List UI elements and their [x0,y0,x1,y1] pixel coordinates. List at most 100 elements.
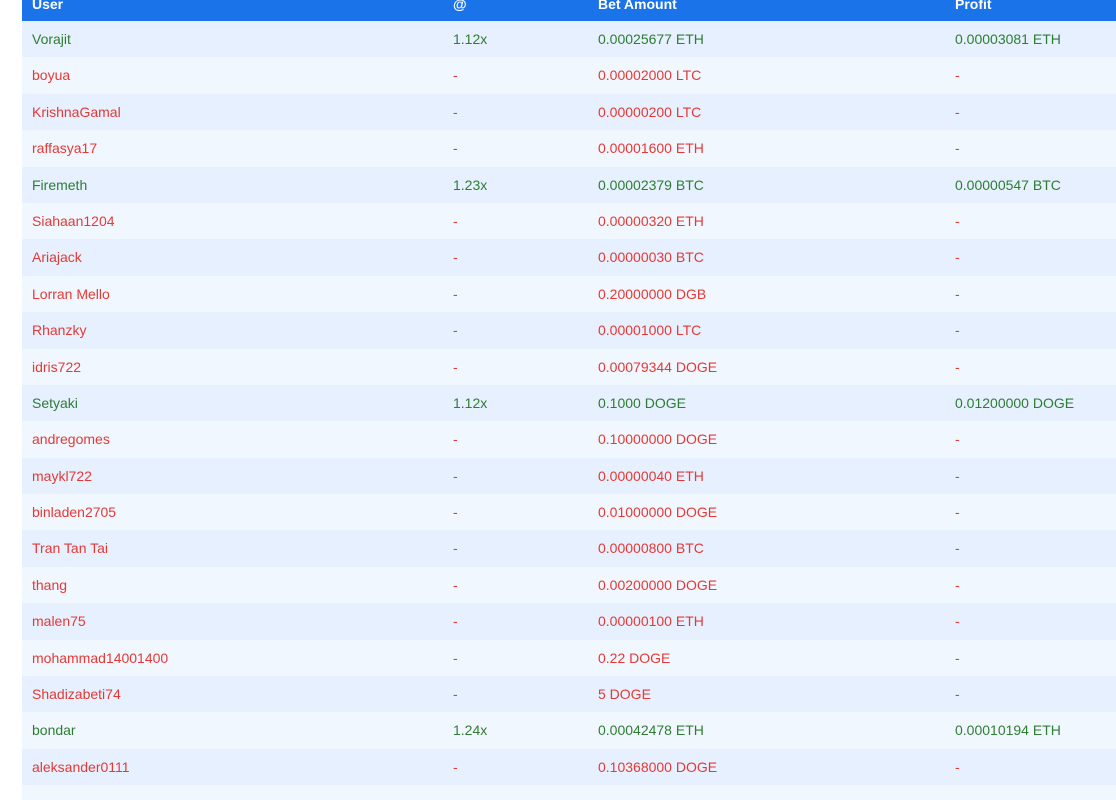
cell-profit: - [955,613,960,630]
cell-profit: - [955,322,960,339]
cell-profit: - [955,285,960,302]
cell-multiplier: - [453,540,458,557]
table-row: KrishnaGamal - 0.00000200 LTC - [22,93,1116,131]
cell-profit: - [955,540,960,557]
cell-multiplier: 1.12x [453,31,488,47]
cell-multiplier: - [453,103,458,120]
cell-multiplier: - [453,322,458,339]
cell-user: Firemeth [32,176,88,193]
cell-profit: - [955,249,960,266]
cell-user: Tran Tan Tai [32,540,109,557]
cell-bet-amount: 0.00200000 DOGE [598,576,718,593]
cell-bet-amount: 0.00000320 ETH [598,212,704,229]
table-row: thang - 0.00200000 DOGE - [22,566,1116,604]
cell-profit: 0.00010194 ETH [955,722,1061,739]
table-row: bondar 1.24x 0.00042478 ETH 0.00010194 ETH [22,712,1116,749]
cell-multiplier: - [453,212,458,229]
cell-profit: - [955,504,960,521]
cell-bet-amount: 0.20000000 DGB [598,285,707,302]
cell-multiplier: - [453,467,458,484]
cell-multiplier: - [453,249,458,266]
cell-profit: - [955,467,960,484]
cell-profit: - [955,576,960,593]
cell-user: malen75 [32,613,86,630]
cell-user: Shadizabeti74 [32,686,121,703]
table-row: raffasya17 - 0.00001600 ETH - [22,130,1116,167]
cell-profit: - [955,212,960,229]
cell-user: Lorran Mello [32,285,110,302]
cell-bet-amount: 0.1000 DOGE [598,394,686,411]
cell-multiplier: - [453,649,458,666]
cell-bet-amount: 0.22 DOGE [598,649,671,666]
header-profit[interactable]: Profit [955,0,992,12]
cell-bet-amount: 0.00001600 ETH [598,140,704,157]
table-row: Rhanzky - 0.00001000 LTC - [22,312,1116,349]
cell-bet-amount: 0.00000030 BTC [598,249,704,266]
table-row [22,785,1116,800]
cell-multiplier: 1.23x [453,176,488,193]
cell-user: Rhanzky [32,322,87,339]
table-row: Siahaan1204 - 0.00000320 ETH - [22,202,1116,240]
cell-user: idris722 [32,358,82,375]
cell-bet-amount: 0.00000200 LTC [598,103,702,120]
cell-profit: - [955,103,960,120]
cell-bet-amount: 0.10000000 DOGE [598,431,718,448]
cell-profit: 0.01200000 DOGE [955,394,1075,411]
table-row: Ariajack - 0.00000030 BTC - [22,239,1116,276]
cell-user: Ariajack [32,249,82,266]
cell-profit: - [955,140,960,157]
table-row: Tran Tan Tai - 0.00000800 BTC - [22,530,1116,567]
cell-bet-amount: 5 DOGE [598,686,651,703]
cell-bet-amount: 0.00025677 ETH [598,31,704,47]
cell-user: maykl722 [32,467,92,484]
cell-user: thang [32,576,68,593]
cell-multiplier: - [453,576,458,593]
cell-multiplier: - [453,504,458,521]
table-row: andregomes - 0.10000000 DOGE - [22,421,1116,458]
cell-user: bondar [32,722,76,739]
cell-multiplier: - [453,431,458,448]
cell-user: andregomes [32,431,110,448]
table-row: Lorran Mello - 0.20000000 DGB - [22,275,1116,313]
cell-bet-amount: 0.00001000 LTC [598,322,702,339]
table-header: User @ Bet Amount Profit [22,0,1116,22]
table-row: malen75 - 0.00000100 ETH - [22,603,1116,640]
header-multiplier[interactable]: @ [453,0,467,12]
cell-profit: - [955,358,960,375]
cell-bet-amount: 0.00000040 ETH [598,467,704,484]
cell-user: raffasya17 [32,140,98,157]
cell-bet-amount: 0.01000000 DOGE [598,504,718,521]
cell-profit: - [955,67,960,84]
cell-multiplier: 1.12x [453,394,488,411]
table-row: Vorajit 1.12x 0.00025677 ETH 0.00003081 ETH [22,21,1116,58]
cell-multiplier: - [453,67,458,84]
cell-multiplier: - [453,358,458,375]
table-body: Vorajit 1.12x 0.00025677 ETH 0.00003081 ETH… [22,21,1116,800]
cell-profit: 0.00003081 ETH [955,31,1061,47]
cell-user: boyua [32,67,71,84]
table-row: maykl722 - 0.00000040 ETH - [22,457,1116,495]
cell-bet-amount: 0.00000100 ETH [598,613,704,630]
table-row: binladen2705 - 0.01000000 DOGE - [22,494,1116,531]
header-user[interactable]: User [32,0,63,12]
cell-user: Siahaan1204 [32,212,115,229]
cell-multiplier: - [453,285,458,302]
cell-bet-amount: 0.00079344 DOGE [598,358,718,375]
cell-bet-amount: 0.00002000 LTC [598,67,702,84]
cell-bet-amount: 0.00000800 BTC [598,540,704,557]
table-row: aleksander0111 - 0.10368000 DOGE - [22,748,1116,786]
table-row: Setyaki 1.12x 0.1000 DOGE 0.01200000 DOGE [22,384,1116,422]
cell-multiplier: 1.24x [453,722,488,739]
cell-user: mohammad14001400 [32,649,169,666]
cell-multiplier: - [453,758,458,775]
header-bet-amount[interactable]: Bet Amount [598,0,677,12]
cell-user: KrishnaGamal [32,103,121,120]
table-row: idris722 - 0.00079344 DOGE - [22,348,1116,385]
cell-profit: - [955,649,960,666]
cell-user: Setyaki [32,394,78,411]
cell-profit: - [955,431,960,448]
cell-user: aleksander0111 [32,758,130,775]
cell-user: Vorajit [32,31,71,47]
table-row: Shadizabeti74 - 5 DOGE - [22,676,1116,713]
cell-bet-amount: 0.00042478 ETH [598,722,704,739]
